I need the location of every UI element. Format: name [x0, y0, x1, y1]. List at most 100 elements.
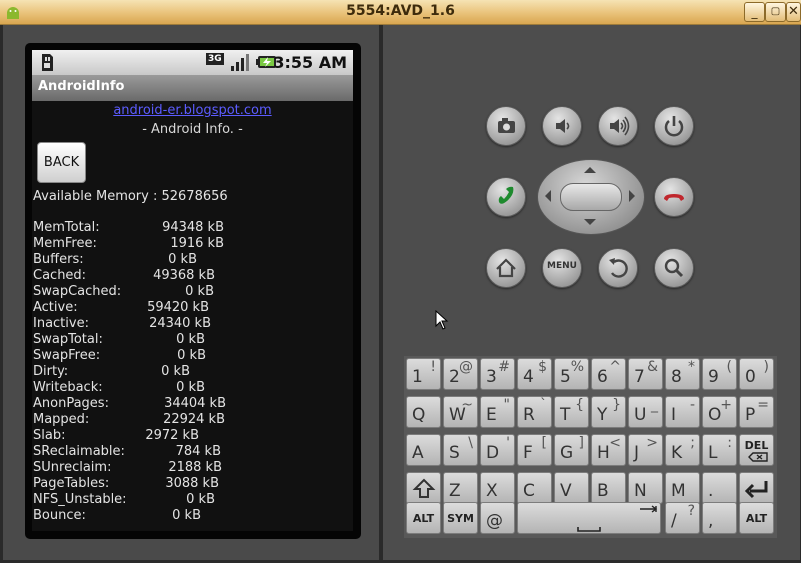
meminfo-key: Cached:	[33, 268, 87, 283]
key-w[interactable]: W ~	[443, 396, 478, 428]
home-button[interactable]	[486, 248, 526, 288]
blog-link[interactable]: android-er.blogspot.com	[32, 103, 353, 118]
key-alt-label: %	[570, 359, 584, 375]
back-hardware-button[interactable]	[598, 248, 638, 288]
delete-key[interactable]: DEL	[739, 434, 774, 466]
key-alt-label: >	[646, 435, 658, 451]
key-x[interactable]: X	[480, 472, 515, 504]
key-5[interactable]: 5%	[554, 358, 589, 390]
meminfo-row: SwapTotal: 0 kB	[33, 332, 353, 348]
key-t[interactable]: T{	[554, 396, 589, 428]
meminfo-key: Writeback:	[33, 380, 103, 395]
key-h[interactable]: H <	[591, 434, 626, 466]
key-l[interactable]: L:	[702, 434, 737, 466]
key-g[interactable]: G]	[554, 434, 589, 466]
key-r[interactable]: R `	[517, 396, 552, 428]
key-label: /	[671, 511, 677, 531]
space-key[interactable]	[517, 502, 661, 534]
meminfo-value: 34404 kB	[164, 396, 226, 411]
dpad-down-icon	[584, 219, 596, 225]
key-e[interactable]: E "	[480, 396, 515, 428]
key-0[interactable]: 0)	[739, 358, 774, 390]
alt-key-right[interactable]: ALT	[739, 502, 774, 534]
key-2[interactable]: 2 @	[443, 358, 478, 390]
key-y[interactable]: Y}	[591, 396, 626, 428]
key-label: SYM	[447, 512, 474, 525]
key-1[interactable]: 1!	[406, 358, 441, 390]
app-title: AndroidInfo	[38, 79, 125, 94]
key-slash[interactable]: /?	[665, 502, 700, 534]
key-b[interactable]: B	[591, 472, 626, 504]
enter-key[interactable]	[739, 472, 774, 504]
key-label: ALT	[745, 512, 768, 525]
key-k[interactable]: K;	[665, 434, 700, 466]
meminfo-value: 1916 kB	[170, 236, 224, 251]
key-j[interactable]: J >	[628, 434, 663, 466]
key-v[interactable]: V	[554, 472, 589, 504]
key-label: C	[523, 481, 535, 501]
key-f[interactable]: F[	[517, 434, 552, 466]
end-call-icon	[664, 194, 684, 201]
key-3[interactable]: 3 #	[480, 358, 515, 390]
key-a[interactable]: A	[406, 434, 441, 466]
meminfo-row: SUnreclaim: 2188 kB	[33, 460, 353, 476]
key-alt-label: #	[498, 359, 510, 375]
alt-key-left[interactable]: ALT	[406, 502, 441, 534]
volume-up-button[interactable]	[598, 106, 638, 146]
shift-key[interactable]	[406, 472, 441, 504]
key-6[interactable]: 6 ^	[591, 358, 626, 390]
end-call-button[interactable]	[654, 177, 694, 217]
key-m[interactable]: M	[665, 472, 700, 504]
key-s[interactable]: S \	[443, 434, 478, 466]
key-alt-label: [	[541, 435, 547, 451]
key-z[interactable]: Z	[443, 472, 478, 504]
meminfo-value: 2188 kB	[168, 460, 222, 475]
sym-key[interactable]: SYM	[443, 502, 478, 534]
meminfo-value: 49368 kB	[153, 268, 215, 283]
close-button[interactable]: ✕	[786, 2, 801, 22]
key-label: M	[671, 481, 686, 501]
meminfo-value: 2972 kB	[145, 428, 199, 443]
back-button[interactable]: BACK	[37, 142, 86, 183]
key-n[interactable]: N	[628, 472, 663, 504]
key-alt-label: `	[540, 397, 547, 413]
volume-down-icon	[556, 119, 570, 133]
key-alt-label: &	[647, 359, 658, 375]
power-icon	[664, 116, 684, 137]
call-button[interactable]	[486, 177, 526, 217]
meminfo-value: 0 kB	[185, 284, 214, 299]
device-screen[interactable]: 3G 3:55 AM AndroidInfo android-er.blogsp…	[32, 50, 353, 531]
key-u[interactable]: U _	[628, 396, 663, 428]
key-label: 1	[412, 367, 423, 387]
search-icon	[664, 258, 684, 278]
key-d[interactable]: D '	[480, 434, 515, 466]
window-title: 5554:AVD_1.6	[346, 3, 455, 19]
meminfo-value: 3088 kB	[165, 476, 219, 491]
key-alt-label: ;	[690, 435, 695, 451]
key-i[interactable]: I-	[665, 396, 700, 428]
key-period[interactable]: .	[702, 472, 737, 504]
volume-down-button[interactable]	[542, 106, 582, 146]
meminfo-key: Active:	[33, 300, 78, 315]
key-8[interactable]: 8 *	[665, 358, 700, 390]
key-c[interactable]: C	[517, 472, 552, 504]
power-button[interactable]	[654, 106, 694, 146]
key-at[interactable]: @	[480, 502, 515, 534]
key-4[interactable]: 4 $	[517, 358, 552, 390]
maximize-button[interactable]: ▢	[765, 2, 786, 22]
search-button[interactable]	[654, 248, 694, 288]
key-q[interactable]: Q	[406, 396, 441, 428]
camera-button[interactable]	[486, 106, 526, 146]
meminfo-row: SReclaimable: 784 kB	[33, 444, 353, 460]
meminfo-key: Buffers:	[33, 252, 84, 267]
key-9[interactable]: 9(	[702, 358, 737, 390]
key-comma[interactable]: ,	[702, 502, 737, 534]
meminfo-row: Writeback: 0 kB	[33, 380, 353, 396]
menu-button[interactable]: MENU	[542, 248, 582, 288]
key-o[interactable]: O +	[702, 396, 737, 428]
minimize-button[interactable]: _	[744, 2, 765, 22]
key-7[interactable]: 7 &	[628, 358, 663, 390]
meminfo-row: NFS_Unstable: 0 kB	[33, 492, 353, 508]
dpad-center-button[interactable]	[560, 183, 622, 211]
key-p[interactable]: P =	[739, 396, 774, 428]
